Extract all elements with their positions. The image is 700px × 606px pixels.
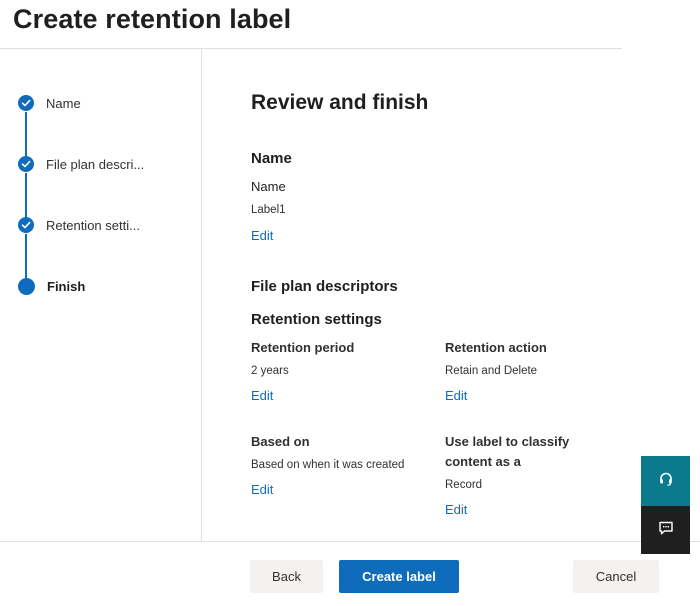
footer-divider (0, 541, 700, 542)
section-heading-file-plan: File plan descriptors (251, 278, 398, 295)
wizard-step-finish[interactable]: Finish (18, 277, 85, 295)
edit-classify-link[interactable]: Edit (445, 502, 467, 517)
page-title: Create retention label (13, 4, 292, 34)
checkmark-icon (18, 217, 34, 233)
wizard-step-label: Retention setti... (46, 217, 140, 233)
edit-based-on-link[interactable]: Edit (251, 482, 273, 497)
edit-retention-action-link[interactable]: Edit (445, 388, 467, 403)
field-label-based-on: Based on (251, 434, 310, 449)
field-label-classify-line2: content as a (445, 454, 521, 469)
wizard-step-label: Name (46, 95, 81, 111)
step-connector (25, 112, 27, 157)
headset-icon (658, 471, 674, 492)
feedback-button[interactable] (641, 506, 690, 554)
wizard-step-name[interactable]: Name (18, 94, 81, 112)
field-label-name: Name (251, 179, 286, 194)
wizard-step-retention-settings[interactable]: Retention setti... (18, 216, 140, 234)
section-heading-name: Name (251, 150, 292, 167)
feedback-icon (658, 520, 674, 541)
wizard-step-file-plan[interactable]: File plan descri... (18, 155, 144, 173)
checkmark-icon (18, 156, 34, 172)
cancel-button[interactable]: Cancel (573, 560, 659, 593)
side-help-widgets (641, 456, 690, 554)
field-value-name: Label1 (251, 204, 286, 216)
step-connector (25, 173, 27, 218)
field-label-retention-action: Retention action (445, 340, 547, 355)
section-heading-retention: Retention settings (251, 311, 382, 328)
field-value-classify: Record (445, 479, 483, 491)
help-button[interactable] (641, 456, 690, 506)
edit-name-link[interactable]: Edit (251, 228, 273, 243)
field-label-classify-line1: Use label to classify (445, 434, 570, 449)
wizard-step-navigation: Name File plan descri... Retention setti… (0, 49, 202, 541)
review-title: Review and finish (251, 91, 429, 114)
checkmark-icon (18, 95, 34, 111)
back-button[interactable]: Back (250, 560, 323, 593)
wizard-step-label: File plan descri... (46, 156, 145, 172)
step-connector (25, 234, 27, 279)
field-value-retention-period: 2 years (251, 365, 289, 377)
current-step-dot-icon (18, 277, 35, 295)
field-value-based-on: Based on when it was created (251, 459, 405, 471)
field-value-retention-action: Retain and Delete (445, 365, 538, 377)
create-label-button[interactable]: Create label (339, 560, 459, 593)
field-label-retention-period: Retention period (251, 340, 355, 355)
edit-retention-period-link[interactable]: Edit (251, 388, 273, 403)
wizard-step-label: Finish (47, 278, 86, 294)
